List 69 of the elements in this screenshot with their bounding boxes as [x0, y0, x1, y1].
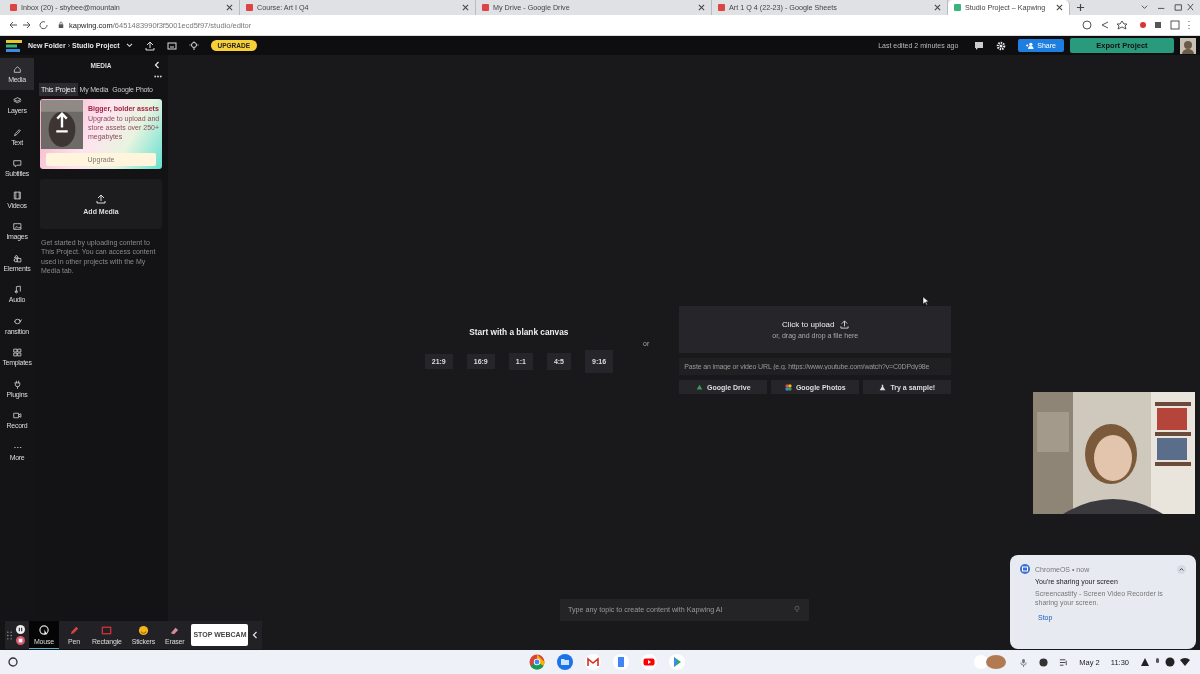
circle-icon[interactable] [1039, 657, 1049, 667]
more-icon[interactable] [154, 75, 162, 78]
play-icon[interactable] [641, 654, 657, 670]
blank-canvas-title: Start with a blank canvas [469, 327, 569, 337]
favicon-icon [482, 4, 489, 11]
close-icon[interactable] [226, 4, 233, 11]
favicon-icon [10, 4, 17, 11]
pinwheel-icon [784, 383, 792, 391]
smiley-icon [137, 625, 149, 636]
chevron-left-icon[interactable] [154, 61, 160, 69]
folder-icon[interactable] [557, 654, 573, 670]
stop-icon[interactable] [16, 636, 25, 645]
plug-icon [12, 379, 22, 389]
upload-icon [96, 193, 106, 204]
browser-toolbar-icon[interactable] [1082, 20, 1192, 30]
window-controls-icon[interactable] [1140, 3, 1194, 12]
close-icon[interactable] [698, 4, 705, 11]
pen-icon [68, 625, 80, 636]
stripes-logo-icon[interactable] [6, 39, 22, 52]
status-icons[interactable] [1140, 657, 1190, 667]
favicon-icon [718, 4, 725, 11]
cursor-icon [922, 296, 929, 306]
drive-icon [695, 383, 703, 391]
eraser-icon [169, 625, 181, 636]
settings-icon[interactable] [996, 40, 1007, 51]
toggle-icon[interactable] [974, 655, 1009, 669]
layers-icon [12, 96, 22, 106]
flask-icon [879, 383, 887, 391]
shapes-icon [12, 253, 22, 263]
drag-handle-icon[interactable] [7, 630, 12, 640]
lightbulb-icon [793, 605, 801, 613]
person-add-icon [1026, 42, 1035, 49]
grid-icon [12, 348, 22, 358]
mail-icon[interactable] [585, 654, 601, 670]
caret-icon[interactable] [125, 43, 133, 48]
new-tab-icon[interactable] [1076, 3, 1085, 12]
document-icon[interactable] [613, 654, 629, 670]
lock-icon [58, 21, 64, 29]
comment-icon[interactable] [974, 40, 985, 51]
close-icon[interactable] [934, 4, 941, 11]
music-note-icon [12, 285, 22, 295]
subtitles-icon [12, 159, 22, 169]
avatar-icon[interactable] [1180, 37, 1196, 54]
upload-icon[interactable] [144, 40, 155, 51]
navigation-icon[interactable] [8, 20, 50, 30]
favicon-icon [954, 4, 961, 11]
close-icon[interactable] [462, 4, 469, 11]
launcher-icon[interactable] [8, 657, 18, 667]
chevron-left-icon[interactable] [252, 631, 259, 639]
home-icon [12, 64, 22, 74]
pause-icon[interactable] [16, 625, 25, 634]
close-icon[interactable] [1056, 4, 1063, 11]
film-icon [12, 190, 22, 200]
microphone-icon[interactable] [1019, 657, 1029, 667]
triangle-play-icon[interactable] [669, 654, 685, 670]
screen-share-icon [1020, 564, 1030, 574]
cursor-icon [38, 624, 50, 636]
image-icon [12, 222, 22, 232]
rectangle-icon [101, 625, 113, 636]
camera-icon [12, 411, 22, 421]
pencil-icon [12, 127, 22, 137]
chrome-icon[interactable] [529, 654, 545, 670]
playlist-icon[interactable] [1059, 657, 1069, 667]
favicon-icon [246, 4, 253, 11]
lightbulb-icon[interactable] [188, 40, 199, 51]
subtitles-icon[interactable] [166, 40, 177, 51]
loop-icon [12, 316, 22, 326]
collapse-icon[interactable] [1177, 564, 1186, 574]
upload-icon [839, 320, 849, 329]
